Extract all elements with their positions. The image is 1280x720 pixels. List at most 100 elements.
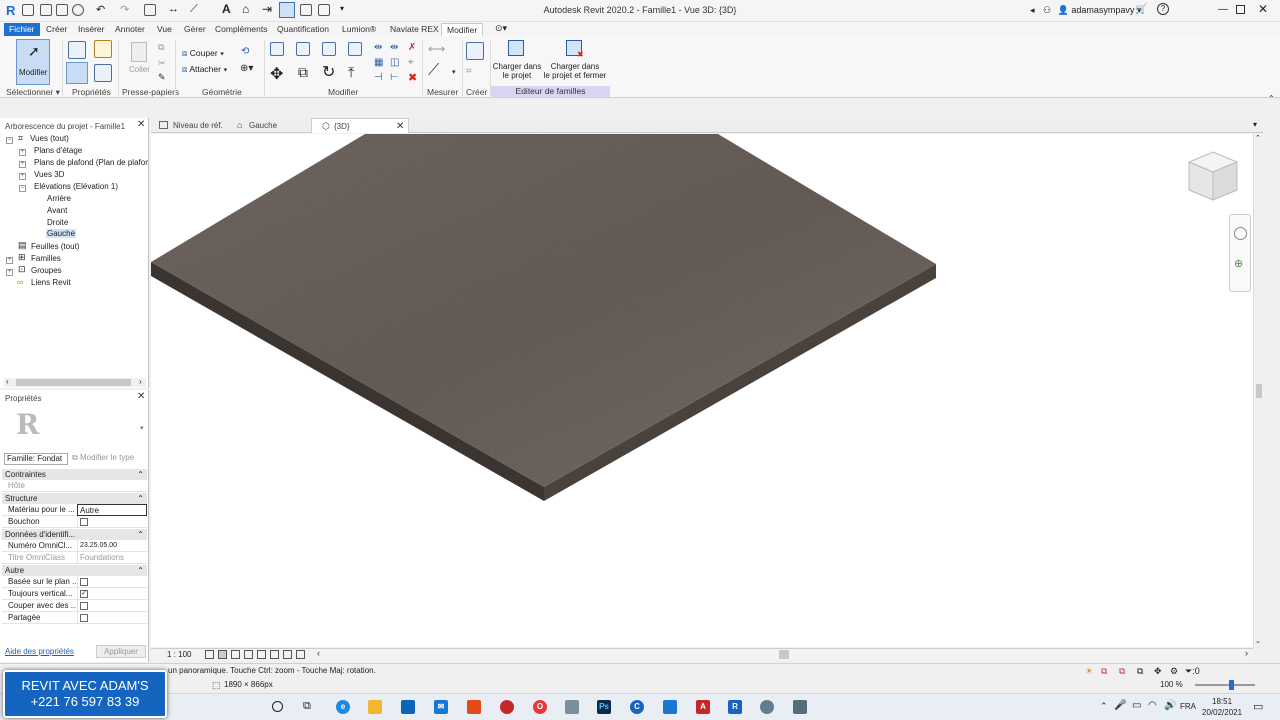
mail-icon[interactable]: ✉	[434, 700, 448, 714]
ribbon-collapse-icon[interactable]: ⌃	[1268, 94, 1275, 103]
visual-style-icon[interactable]	[218, 650, 227, 659]
properties-button[interactable]	[66, 62, 88, 84]
mirror-axis-icon[interactable]	[322, 42, 336, 56]
tab-inserer[interactable]: Insérer	[73, 23, 109, 36]
expander-plans-etage[interactable]: +	[19, 149, 26, 156]
viewcube[interactable]	[1185, 148, 1241, 204]
trim-icon[interactable]: ⊣	[374, 72, 383, 83]
tree-groupes[interactable]: Groupes	[31, 266, 62, 275]
store-icon[interactable]	[401, 700, 415, 714]
language-indicator[interactable]: FRA	[1180, 702, 1196, 711]
row-base-plan[interactable]: Basée sur le plan ...	[2, 576, 147, 588]
ribbon-options-icon[interactable]: ⊙▾	[495, 23, 507, 34]
wifi-icon[interactable]: ◠	[1148, 700, 1157, 711]
delete-icon[interactable]: ✖	[408, 71, 417, 84]
lumion-icon[interactable]	[760, 700, 774, 714]
tab-complements[interactable]: Compléments	[210, 23, 272, 36]
scroll-left-icon[interactable]: ‹	[6, 377, 9, 386]
search-circle-icon[interactable]	[272, 701, 283, 712]
account-menu[interactable]: ◂ ⚇ 👤 adamasympavy ▾	[1030, 5, 1141, 16]
tree-arriere[interactable]: Arrière	[47, 194, 71, 203]
office-icon[interactable]	[467, 700, 481, 714]
rotate-icon[interactable]: ↻	[322, 62, 335, 82]
attacher-button[interactable]: ⧈ Attacher ▾	[182, 64, 227, 75]
hscroll-right-icon[interactable]: ›	[1245, 648, 1248, 658]
revit-taskbar-icon[interactable]: R	[728, 700, 742, 714]
load-close-button[interactable]: ✖ Charger dans le projet et fermer	[542, 40, 608, 84]
unpin-icon[interactable]: ✗	[408, 42, 416, 53]
split-element-icon[interactable]: ⇹	[374, 42, 382, 53]
tree-vues-tout[interactable]: Vues (tout)	[30, 134, 69, 143]
expander-groupes[interactable]: +	[6, 269, 13, 276]
row-omniclass-numero[interactable]: Numéro OmniCl... 23.25.05.00	[2, 540, 147, 552]
help-icon[interactable]: ?	[1157, 3, 1169, 15]
array-icon[interactable]: ▦	[374, 57, 383, 68]
file-explorer-icon[interactable]	[368, 700, 382, 714]
notifications-icon[interactable]: ▭	[1253, 700, 1263, 713]
ccleaner-icon[interactable]: C	[630, 700, 644, 714]
tab-overflow-icon[interactable]: ▾	[1253, 120, 1257, 129]
slab-model[interactable]	[151, 134, 1253, 647]
tab-vue[interactable]: Vue	[152, 23, 177, 36]
tree-elevations[interactable]: Elévations (Elévation 1)	[34, 182, 118, 191]
tree-avant[interactable]: Avant	[47, 206, 67, 215]
tab-fichier[interactable]: Fichier	[4, 23, 40, 36]
select-pinned-icon[interactable]: ⧉	[1137, 664, 1143, 678]
tree-feuilles[interactable]: Feuilles (tout)	[31, 242, 79, 251]
move-icon[interactable]: ✥	[270, 64, 283, 84]
cut-icon[interactable]: ✂	[158, 58, 166, 69]
tab-lumion[interactable]: Lumion®	[337, 23, 381, 36]
show-crop-icon[interactable]	[270, 650, 279, 659]
align-icon[interactable]	[270, 42, 284, 56]
extend-icon[interactable]: ⊢	[390, 72, 399, 83]
type-selector-chevron-icon[interactable]: ▾	[140, 424, 144, 432]
drag-elements-icon[interactable]: ⚙	[1170, 664, 1178, 678]
expander-vues-3d[interactable]: +	[19, 173, 26, 180]
tab-quantification[interactable]: Quantification	[272, 23, 334, 36]
close-tab-icon[interactable]: ✕	[396, 119, 404, 134]
type-selector-dropdown[interactable]: Famille: Fondat	[4, 453, 68, 465]
offset-icon[interactable]	[296, 42, 310, 56]
red-app-icon[interactable]	[500, 700, 514, 714]
sun-path-icon[interactable]	[231, 650, 240, 659]
tab-annoter[interactable]: Annoter	[110, 23, 150, 36]
scale-icon[interactable]: ◫	[390, 57, 399, 68]
clock-date[interactable]: 20/02/2021	[1202, 708, 1242, 717]
measure-between-icon[interactable]: ⟷	[428, 42, 445, 56]
browser-hscroll[interactable]: ‹ ›	[4, 377, 146, 387]
match-properties-icon[interactable]: ✎	[158, 72, 166, 83]
zoom-region-icon[interactable]: ⊕	[1234, 257, 1243, 270]
mic-icon[interactable]: 🎤	[1114, 700, 1126, 711]
close-properties-icon[interactable]: ✕	[137, 391, 145, 402]
select-underlay-icon[interactable]: ⧉	[1119, 664, 1125, 678]
zoom-level[interactable]: 100 %	[1160, 677, 1183, 693]
shadows-icon[interactable]	[244, 650, 253, 659]
tab-3d[interactable]: ⬡ {3D} ✕	[311, 118, 409, 133]
scroll-thumb[interactable]	[16, 379, 131, 386]
paste-label[interactable]: Coller	[129, 65, 150, 74]
section-contraintes[interactable]: Contraintes ⌃	[2, 469, 147, 480]
app-grey-icon[interactable]	[565, 700, 579, 714]
toujours-vertical-checkbox[interactable]: ✓	[80, 590, 88, 599]
hscroll-thumb[interactable]	[779, 650, 789, 659]
select-links-icon[interactable]: ⧉	[1101, 664, 1107, 678]
task-view-icon[interactable]: ⧉	[303, 700, 311, 713]
tree-plans-plafond[interactable]: Plans de plafond (Plan de plafon	[34, 158, 148, 167]
tab-niveau-ref[interactable]: Niveau de réf.	[151, 118, 225, 133]
row-partagee[interactable]: Partagée	[2, 612, 147, 624]
steering-wheel-icon[interactable]	[1234, 227, 1247, 240]
opera-icon[interactable]: O	[533, 700, 547, 714]
paste-icon[interactable]	[131, 42, 147, 62]
clock-time[interactable]: 18:51	[1212, 697, 1232, 706]
lock-view-icon[interactable]	[283, 650, 292, 659]
edit-type-button[interactable]: ⧉ Modifier le type	[72, 453, 134, 463]
bouchon-checkbox[interactable]	[80, 518, 88, 527]
row-couper-avec[interactable]: Couper avec des ...	[2, 600, 147, 612]
tree-liens-revit[interactable]: Liens Revit	[31, 278, 71, 287]
row-materiau[interactable]: Matériau pour le ... Autre	[2, 504, 147, 516]
base-plan-checkbox[interactable]	[80, 578, 88, 587]
tab-gauche[interactable]: ⌂ Gauche	[227, 118, 307, 133]
close-window-button[interactable]: ✕	[1258, 2, 1268, 16]
expander-elevations[interactable]: −	[19, 185, 26, 192]
hide-isolate-icon[interactable]	[296, 650, 305, 659]
